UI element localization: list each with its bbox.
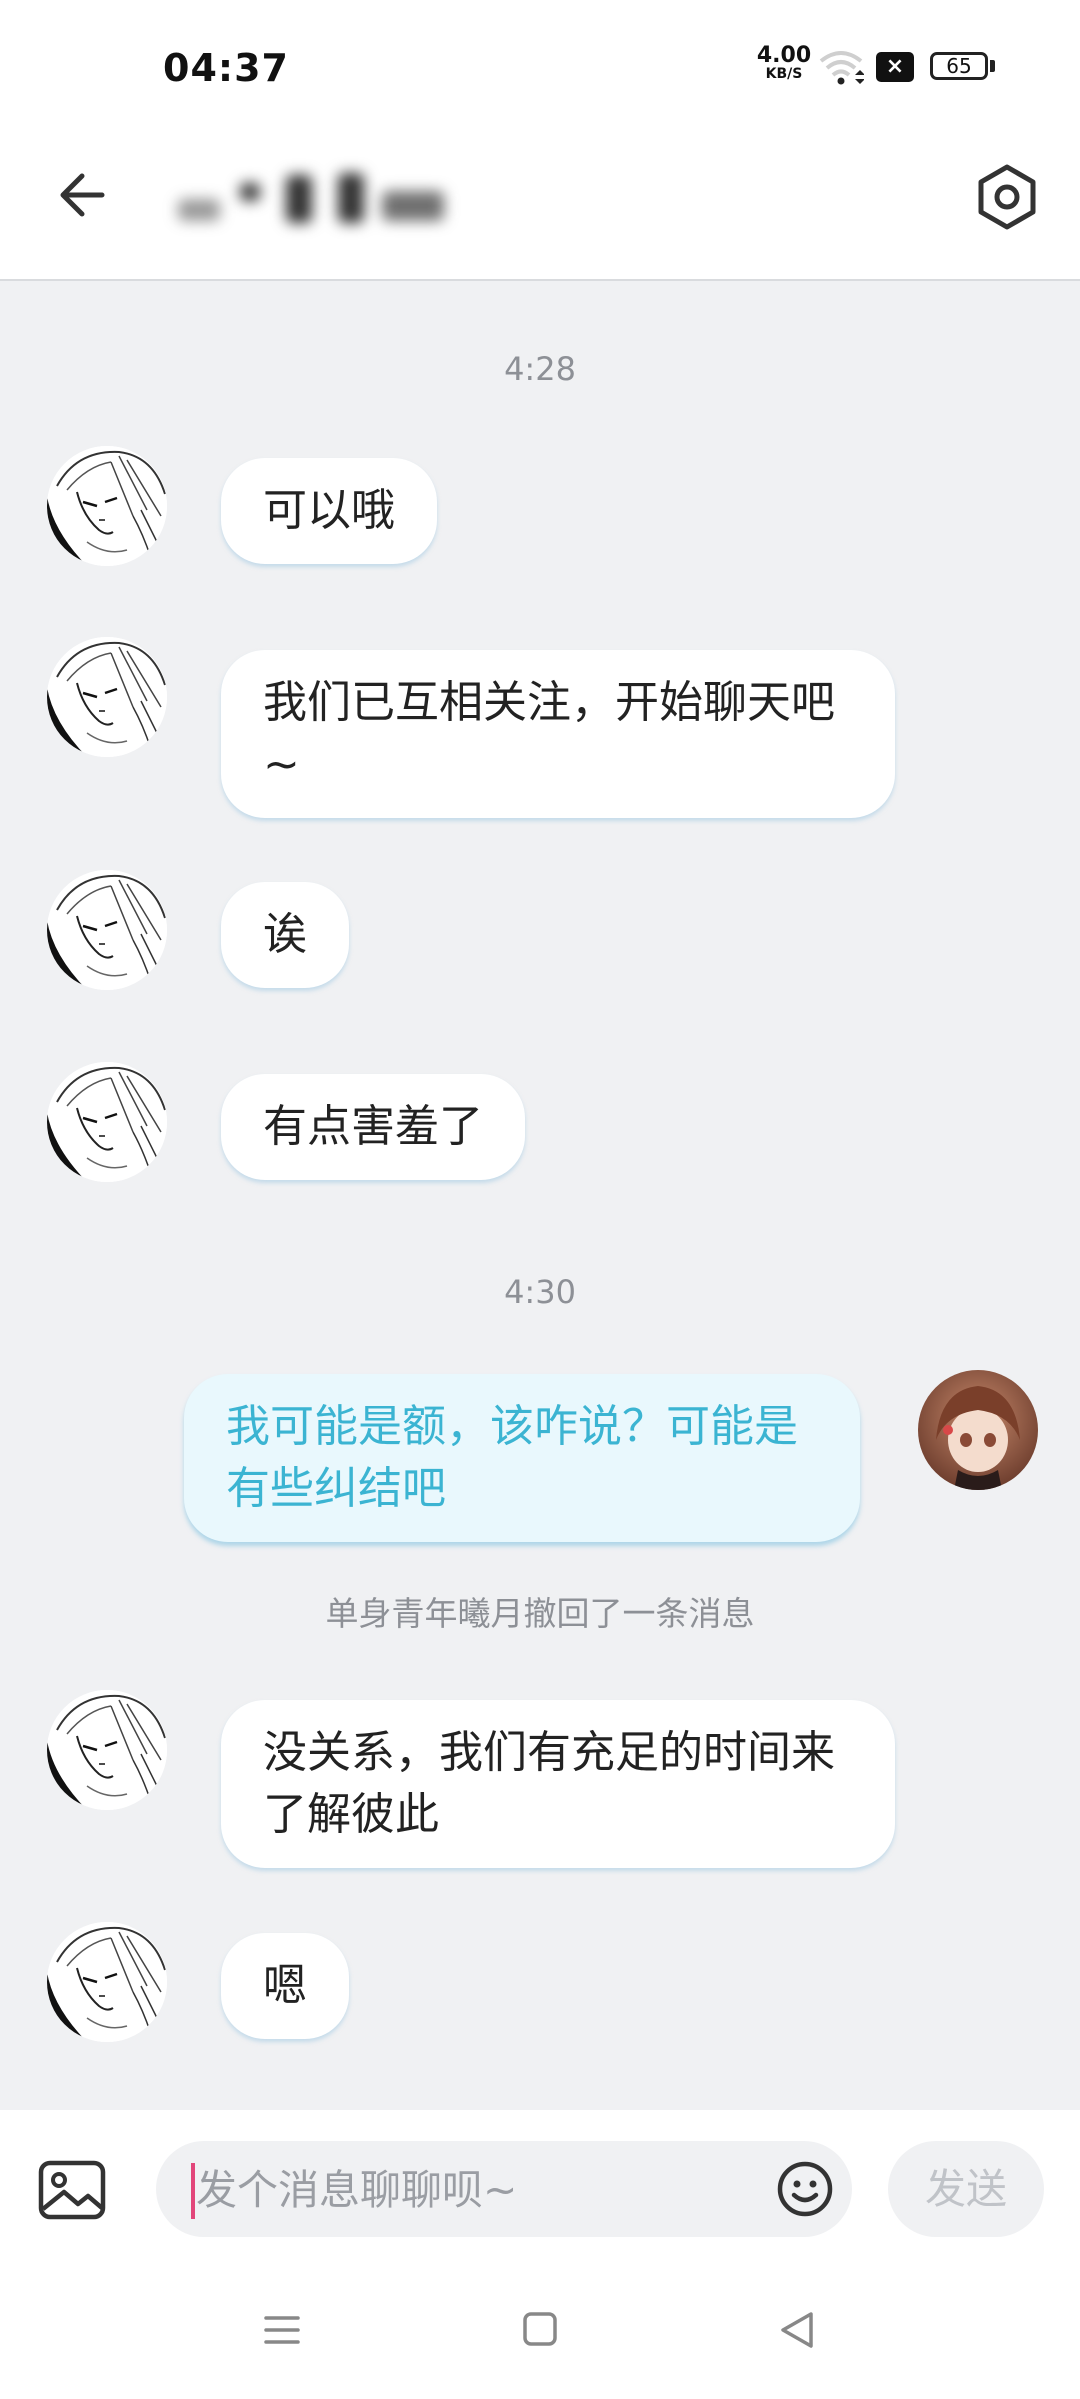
self-message-bubble[interactable]: 我可能是额，该咋说？可能是有些纠结吧: [184, 1374, 860, 1542]
nav-back-icon[interactable]: [777, 2309, 817, 2351]
emoji-icon[interactable]: [776, 2160, 834, 2218]
recall-notice: 单身青年曦月撤回了一条消息: [325, 1594, 755, 1633]
message-bubble[interactable]: 有点害羞了: [221, 1074, 525, 1180]
contact-avatar[interactable]: [47, 870, 167, 990]
manga-girl-avatar-icon: [47, 1690, 167, 1810]
nav-home-icon[interactable]: [522, 2311, 558, 2347]
contact-avatar[interactable]: [47, 637, 167, 757]
chat-title-blurred: [178, 165, 468, 229]
text-caret: [191, 2163, 195, 2219]
message-bubble[interactable]: 诶: [221, 882, 349, 988]
time-label: 4:30: [504, 1273, 576, 1311]
manga-girl-avatar-icon: [47, 637, 167, 757]
battery-tip: [990, 60, 995, 72]
settings-hexagon-icon[interactable]: [972, 162, 1042, 232]
manga-girl-avatar-icon: [47, 1062, 167, 1182]
contact-avatar[interactable]: [47, 1922, 167, 2042]
network-speed-unit: KB/S: [765, 66, 803, 82]
self-avatar[interactable]: [918, 1370, 1038, 1490]
battery-icon: 65: [930, 52, 988, 80]
time-label: 4:28: [504, 350, 576, 388]
manga-girl-avatar-icon: [47, 870, 167, 990]
contact-avatar[interactable]: [47, 1690, 167, 1810]
message-bubble[interactable]: 可以哦: [221, 458, 437, 564]
manga-girl-avatar-icon: [47, 446, 167, 566]
contact-avatar[interactable]: [47, 1062, 167, 1182]
message-bubble[interactable]: 嗯: [221, 1933, 349, 2039]
network-speed-value: 4.00: [756, 43, 812, 68]
contact-avatar[interactable]: [47, 446, 167, 566]
status-time: 04:37: [163, 46, 289, 90]
sim-icon: ×: [876, 52, 914, 82]
message-bubble[interactable]: 没关系，我们有充足的时间来了解彼此: [221, 1700, 895, 1868]
top-bar: [0, 135, 1080, 281]
image-picker-icon[interactable]: [36, 2154, 108, 2226]
network-speed: 4.00 KB/S: [756, 43, 812, 82]
message-input[interactable]: [196, 2160, 756, 2220]
status-bar: [0, 0, 1080, 135]
wifi-icon: [819, 51, 864, 85]
manga-girl-avatar-icon: [47, 1922, 167, 2042]
send-button[interactable]: 发送: [888, 2141, 1044, 2237]
back-arrow-icon[interactable]: [50, 160, 120, 230]
message-bubble[interactable]: 我们已互相关注，开始聊天吧~: [221, 650, 895, 818]
nav-menu-icon[interactable]: [262, 2310, 302, 2350]
anime-girl-avatar-icon: [918, 1370, 1038, 1490]
